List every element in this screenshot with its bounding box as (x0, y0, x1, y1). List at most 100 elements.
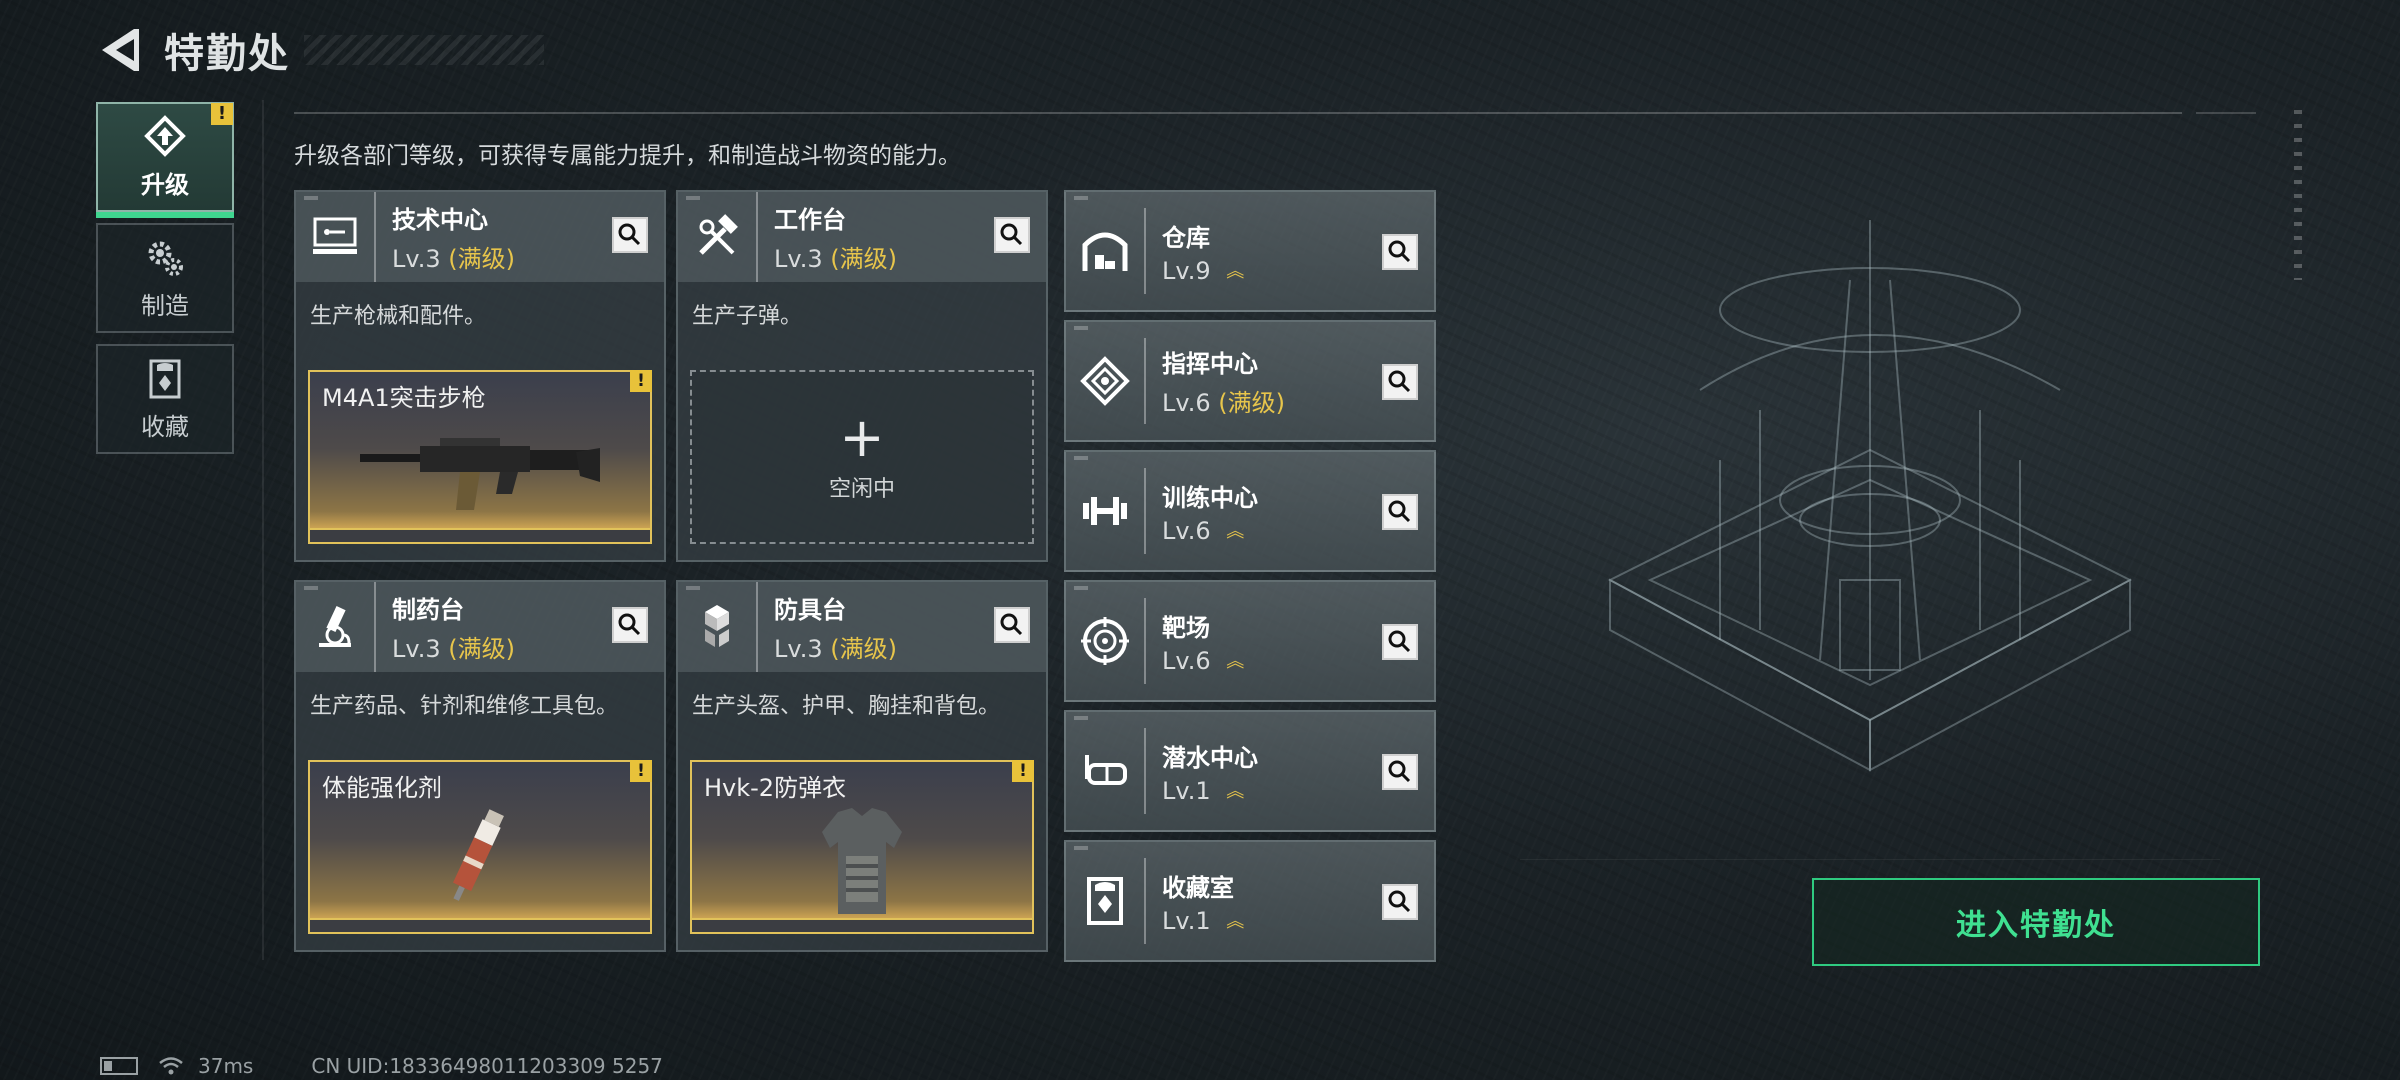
card-diving-center[interactable]: 潜水中心 Lv.1 ︽ (1064, 710, 1436, 832)
card-collection-room[interactable]: 收藏室 Lv.1 ︽ (1064, 840, 1436, 962)
tag-decoration (304, 586, 318, 590)
card-level: Lv.3 (满级) (392, 239, 515, 274)
slot-item-name: Hvk-2防弹衣 (704, 774, 847, 802)
card-pharmacy: 制药台 Lv.3 (满级) 生产药品、针剂和维修工具包。 体能强化剂 ! (294, 580, 666, 952)
upgrade-chevron-icon: ︽ (1226, 650, 1244, 672)
max-level-tag: (满级) (448, 245, 515, 273)
card-name: 训练中心 (1162, 483, 1258, 512)
magnifier-icon (1388, 630, 1411, 653)
level-text: Lv.6 (1162, 516, 1211, 545)
card-shooting-range[interactable]: 靶场 Lv.6 ︽ (1064, 580, 1436, 702)
wifi-icon (159, 1057, 183, 1075)
card-name: 潜水中心 (1162, 743, 1258, 772)
card-warehouse[interactable]: 仓库 Lv.9 ︽ (1064, 190, 1436, 312)
syringe-icon (452, 809, 504, 901)
search-button[interactable] (1382, 884, 1418, 920)
card-workbench: 工作台 Lv.3 (满级) 生产子弹。 + 空闲中 (676, 190, 1048, 562)
card-footer (296, 544, 664, 560)
slot-item-name: M4A1突击步枪 (322, 384, 486, 412)
alert-badge: ! (630, 760, 652, 782)
uid-text: CN UID:18336498011203309 5257 (311, 1054, 663, 1078)
card-name: 技术中心 (392, 206, 488, 234)
tag-decoration (1074, 846, 1088, 850)
status-bar: 37ms CN UID:18336498011203309 5257 (100, 1054, 663, 1078)
alert-badge: ! (1012, 760, 1034, 782)
slot-progress-bar (310, 528, 650, 542)
card-name: 防具台 (774, 596, 846, 624)
tag-decoration (1074, 716, 1088, 720)
production-slot[interactable]: M4A1突击步枪 ! (308, 370, 652, 544)
search-button[interactable] (1382, 754, 1418, 790)
tag-decoration (1074, 326, 1088, 330)
upgrade-chevron-icon: ︽ (1226, 520, 1244, 542)
card-name: 仓库 (1162, 223, 1210, 252)
slot-item-name: 体能强化剂 (322, 774, 442, 802)
card-level: Lv.1 ︽ (1162, 777, 1258, 805)
search-button[interactable] (994, 607, 1030, 643)
card-level: Lv.6 (满级) (1162, 383, 1285, 418)
search-button[interactable] (1382, 624, 1418, 660)
nav-label-upgrade: 升级 (141, 170, 189, 199)
empty-slot[interactable]: + 空闲中 (690, 370, 1034, 544)
alert-badge: ! (211, 103, 233, 125)
card-level: Lv.3 (满级) (774, 239, 897, 274)
command-center-icon (1066, 338, 1146, 424)
card-training-center[interactable]: 训练中心 Lv.6 ︽ (1064, 450, 1436, 572)
search-button[interactable] (994, 217, 1030, 253)
armor-bench-icon (678, 582, 758, 672)
card-level: Lv.3 (满级) (774, 629, 897, 664)
magnifier-icon (1000, 223, 1023, 246)
magnifier-icon (618, 613, 641, 636)
enter-special-ops-button[interactable]: 进入特勤处 (1812, 878, 2260, 966)
warehouse-icon (1066, 208, 1146, 294)
card-description: 生产药品、针剂和维修工具包。 (310, 694, 619, 719)
tag-decoration (1074, 456, 1088, 460)
tag-decoration (1074, 196, 1088, 200)
page-header: 特勤处 (98, 22, 544, 78)
card-header: 防具台 Lv.3 (满级) (678, 582, 1046, 672)
search-button[interactable] (1382, 494, 1418, 530)
back-button[interactable] (98, 25, 142, 75)
card-level: Lv.9 ︽ (1162, 257, 1244, 285)
plus-icon: + (839, 406, 885, 469)
level-text: Lv.3 (392, 635, 441, 663)
magnifier-icon (1388, 370, 1411, 393)
training-center-icon (1066, 468, 1146, 554)
card-level: Lv.1 ︽ (1162, 907, 1244, 935)
magnifier-icon (1000, 613, 1023, 636)
card-name: 工作台 (774, 206, 846, 234)
card-description: 生产头盔、护甲、胸挂和背包。 (692, 694, 1001, 719)
upgrade-icon (144, 114, 186, 157)
search-button[interactable] (1382, 364, 1418, 400)
production-slot[interactable]: 体能强化剂 ! (308, 760, 652, 934)
max-level-tag: (满级) (830, 635, 897, 663)
card-header: 制药台 Lv.3 (满级) (296, 582, 664, 672)
nav-label-craft: 制造 (141, 291, 189, 320)
magnifier-icon (1388, 760, 1411, 783)
card-armor-bench: 防具台 Lv.3 (满级) 生产头盔、护甲、胸挂和背包。 Hvk-2防弹衣 ! (676, 580, 1048, 952)
nav-item-upgrade[interactable]: 升级 ! (96, 102, 234, 218)
level-text: Lv.3 (774, 635, 823, 663)
card-level: Lv.6 ︽ (1162, 517, 1258, 545)
slot-progress-bar (310, 918, 650, 932)
search-button[interactable] (1382, 234, 1418, 270)
page-title: 特勤处 (164, 31, 290, 77)
level-text: Lv.3 (392, 245, 441, 273)
upgrade-chevron-icon: ︽ (1226, 910, 1244, 932)
card-command-center[interactable]: 指挥中心 Lv.6 (满级) (1064, 320, 1436, 442)
card-name: 靶场 (1162, 613, 1210, 642)
card-name: 指挥中心 (1162, 350, 1258, 378)
nav-item-craft[interactable]: 制造 (96, 223, 234, 333)
title-decoration (304, 35, 544, 65)
side-nav: 升级 ! 制造 收藏 (96, 102, 234, 465)
side-decoration (2294, 110, 2302, 280)
collection-icon (149, 359, 181, 398)
nav-item-collection[interactable]: 收藏 (96, 344, 234, 454)
search-button[interactable] (612, 217, 648, 253)
idle-label: 空闲中 (828, 477, 895, 502)
production-slot[interactable]: Hvk-2防弹衣 ! (690, 760, 1034, 934)
card-name: 收藏室 (1162, 873, 1234, 902)
magnifier-icon (1388, 240, 1411, 263)
card-description: 生产枪械和配件。 (310, 304, 487, 329)
search-button[interactable] (612, 607, 648, 643)
